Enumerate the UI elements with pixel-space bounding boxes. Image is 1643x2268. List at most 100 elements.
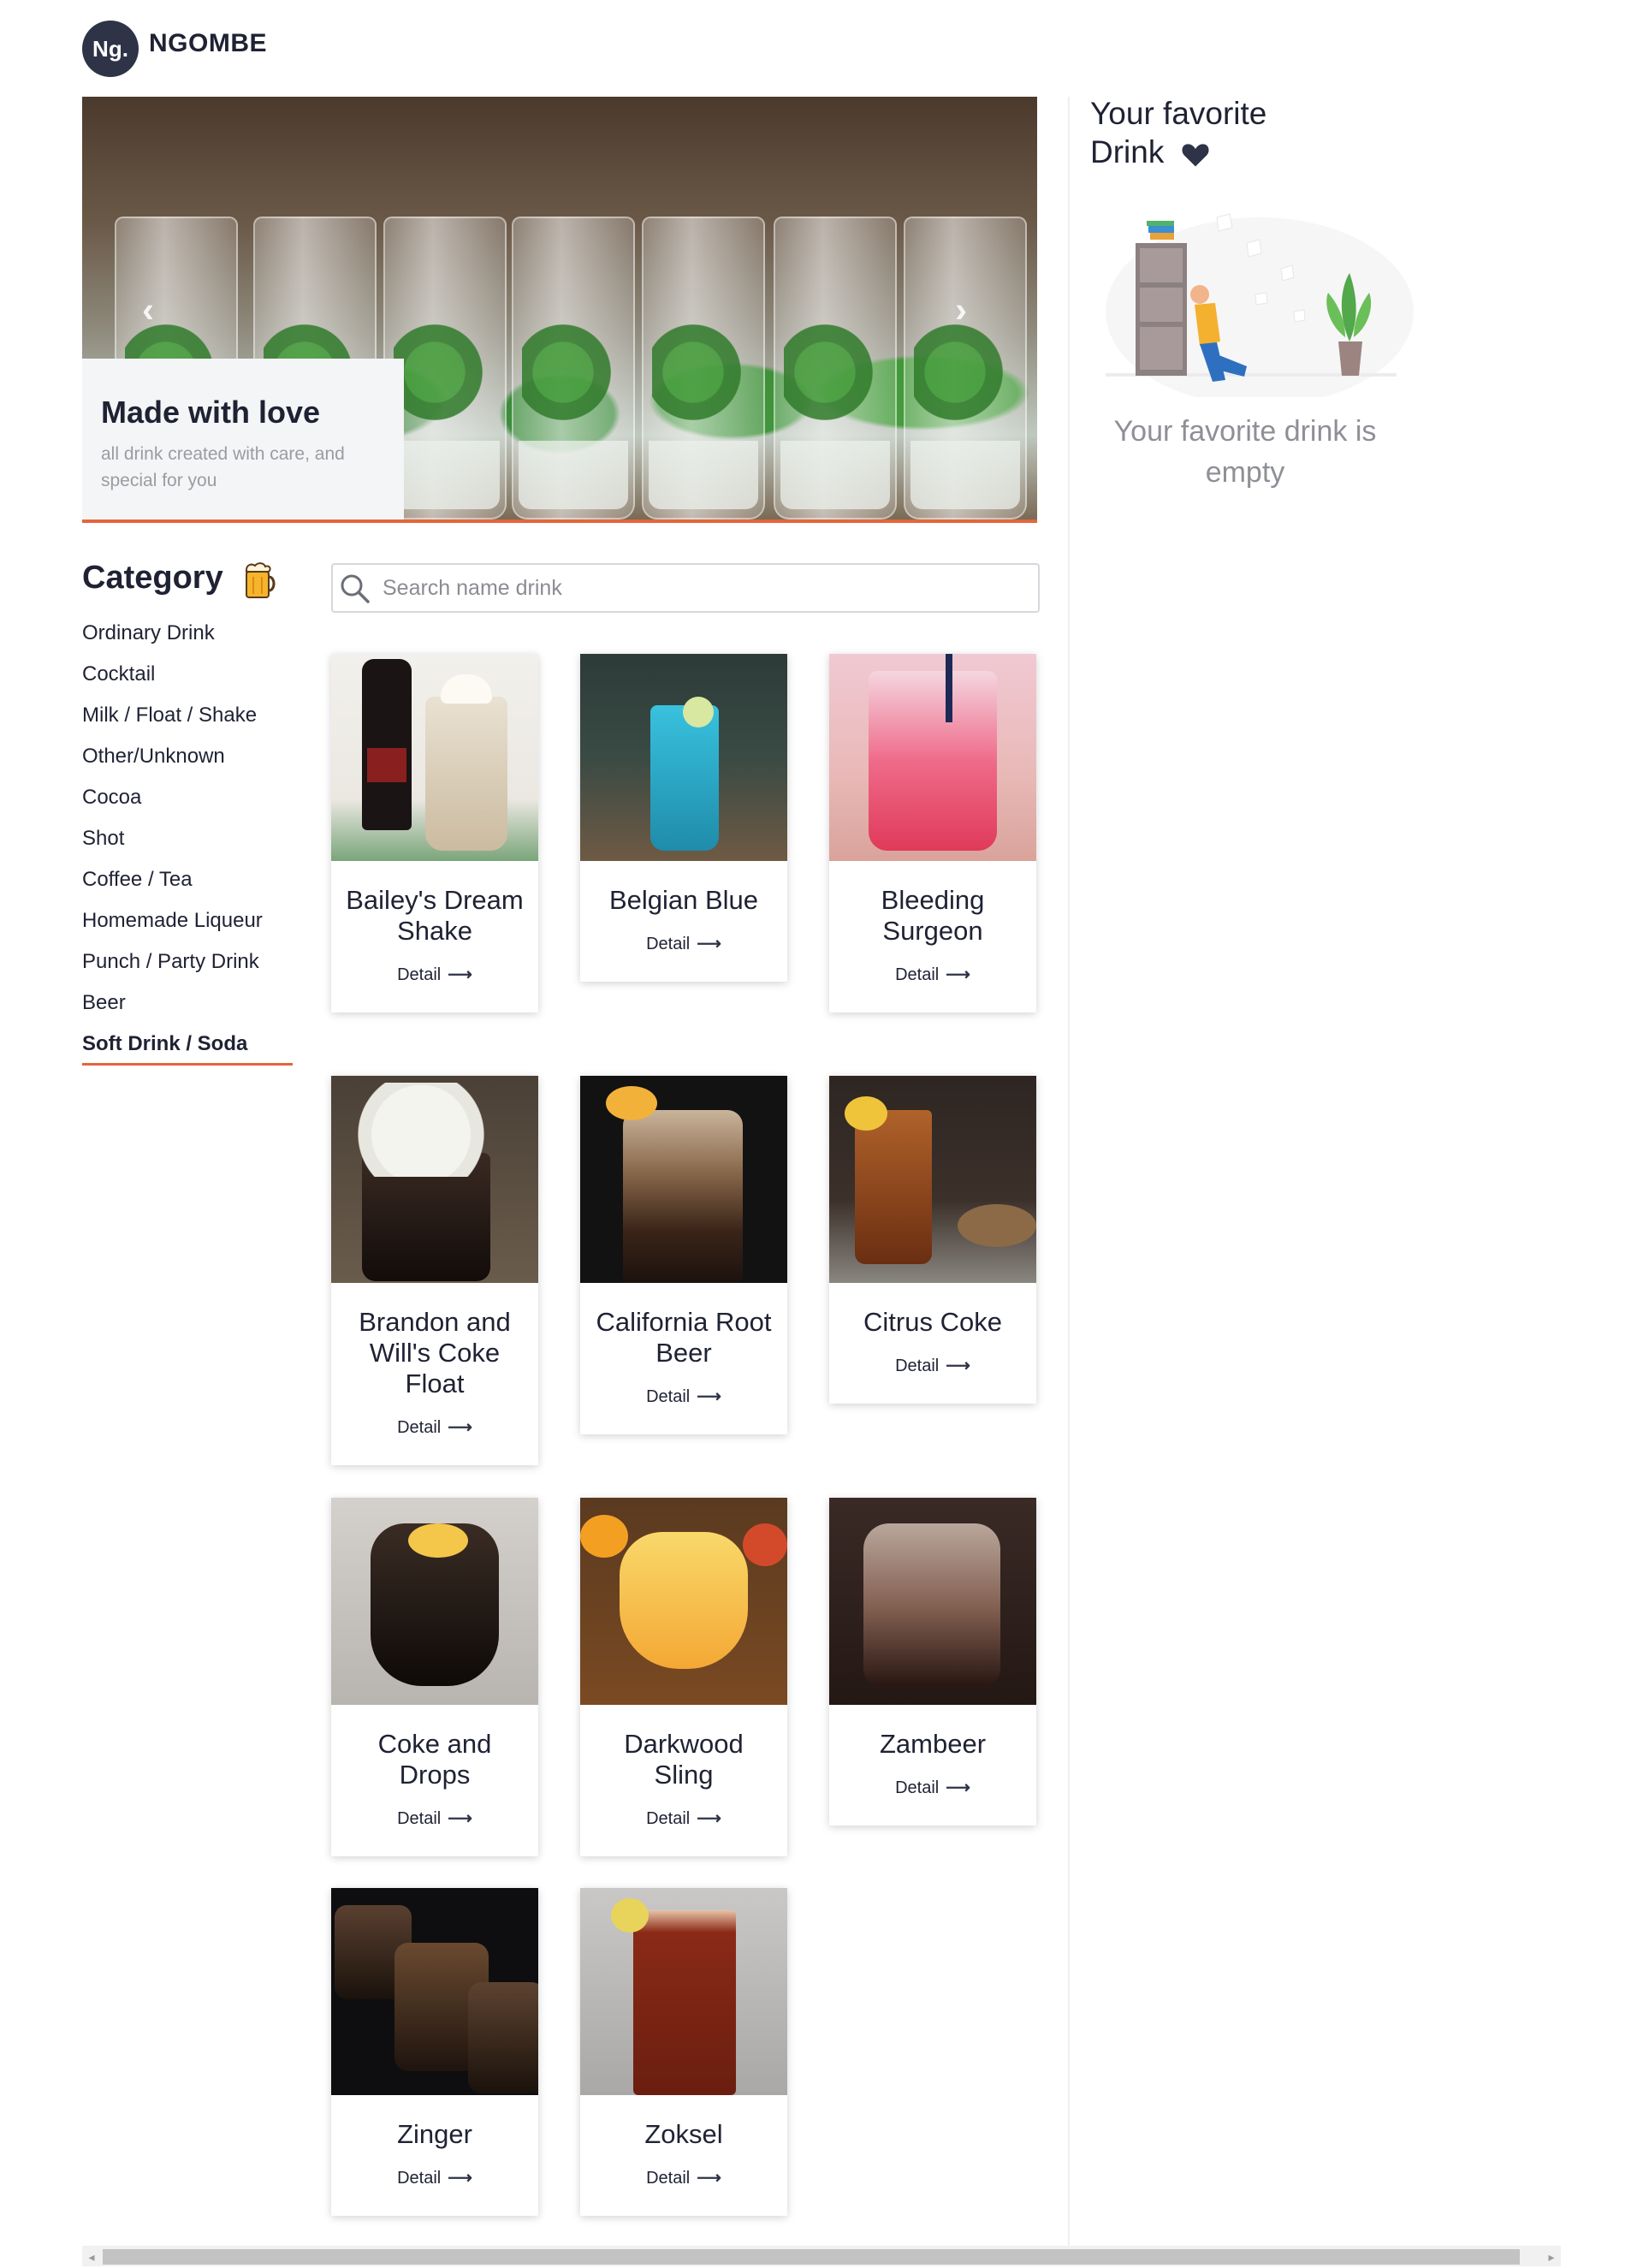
arrow-right-icon: ⟶	[697, 1809, 721, 1828]
search-box	[331, 563, 1040, 613]
category-item[interactable]: Shot	[82, 827, 263, 868]
drink-image	[829, 654, 1036, 861]
drink-image	[829, 1498, 1036, 1705]
category-list: Ordinary Drink Cocktail Milk / Float / S…	[82, 621, 263, 1073]
drink-name: Bleeding Surgeon	[881, 885, 985, 946]
scroll-right-icon[interactable]: ▸	[1544, 2249, 1559, 2265]
drink-name: Zoksel	[644, 2119, 723, 2149]
detail-label: Detail	[397, 965, 442, 984]
detail-label: Detail	[646, 1809, 691, 1828]
logo[interactable]: Ng.	[82, 21, 139, 77]
category-item-active[interactable]: Soft Drink / Soda	[82, 1032, 263, 1073]
drink-name: California Root Beer	[596, 1307, 772, 1368]
category-item[interactable]: Cocoa	[82, 786, 263, 827]
drink-image	[331, 1888, 538, 2095]
arrow-right-icon: ⟶	[697, 1387, 721, 1406]
drink-card[interactable]: Zoksel Detail ⟶	[580, 1888, 787, 2216]
category-item[interactable]: Coffee / Tea	[82, 868, 263, 909]
detail-link[interactable]: Detail ⟶	[580, 1790, 787, 1856]
arrow-right-icon: ⟶	[448, 1418, 472, 1437]
detail-link[interactable]: Detail ⟶	[829, 1338, 1036, 1404]
detail-link[interactable]: Detail ⟶	[829, 1760, 1036, 1826]
scrollbar-thumb[interactable]	[103, 2249, 1520, 2265]
category-item[interactable]: Homemade Liqueur	[82, 909, 263, 950]
detail-label: Detail	[646, 935, 691, 953]
arrow-right-icon: ⟶	[448, 2169, 472, 2188]
arrow-right-icon: ⟶	[946, 965, 970, 984]
drink-card[interactable]: Brandon and Will's Coke Float Detail ⟶	[331, 1076, 538, 1465]
empty-favorites-illustration	[1106, 213, 1414, 397]
drink-card[interactable]: Darkwood Sling Detail ⟶	[580, 1498, 787, 1856]
detail-label: Detail	[397, 1809, 442, 1828]
detail-label: Detail	[397, 2169, 442, 2188]
search-input[interactable]	[381, 570, 1017, 606]
detail-label: Detail	[895, 1778, 940, 1797]
detail-link[interactable]: Detail ⟶	[580, 916, 787, 982]
drink-card[interactable]: Bleeding Surgeon Detail ⟶	[829, 654, 1036, 1012]
drink-image	[331, 1498, 538, 1705]
heart-icon	[1182, 144, 1209, 167]
favorite-empty-text: Your favorite drink is empty	[1113, 415, 1377, 489]
category-item[interactable]: Ordinary Drink	[82, 621, 263, 662]
hero-caption: Made with love all drink created with ca…	[82, 359, 404, 520]
drink-name: Darkwood Sling	[624, 1729, 744, 1790]
panel-divider	[1068, 97, 1070, 2253]
arrow-right-icon: ⟶	[946, 1778, 970, 1797]
horizontal-scrollbar[interactable]: ◂ ▸	[82, 2246, 1561, 2266]
active-category-underline	[82, 1063, 293, 1066]
drink-card[interactable]: Citrus Coke Detail ⟶	[829, 1076, 1036, 1404]
drink-image	[580, 1076, 787, 1283]
drink-image	[580, 1888, 787, 2095]
detail-label: Detail	[397, 1418, 442, 1437]
drink-name: Citrus Coke	[863, 1307, 1002, 1337]
beer-mug-icon	[246, 562, 276, 598]
drink-card[interactable]: Belgian Blue Detail ⟶	[580, 654, 787, 982]
arrow-right-icon: ⟶	[946, 1357, 970, 1375]
arrow-right-icon: ⟶	[697, 2169, 721, 2188]
drink-image	[580, 1498, 787, 1705]
hero-carousel: ‹ › Made with love all drink created wit…	[82, 97, 1037, 523]
favorite-title-text: Your favorite Drink	[1090, 96, 1267, 169]
drink-image	[580, 654, 787, 861]
drink-card[interactable]: California Root Beer Detail ⟶	[580, 1076, 787, 1434]
category-item[interactable]: Punch / Party Drink	[82, 950, 263, 991]
category-item[interactable]: Beer	[82, 991, 263, 1032]
arrow-right-icon: ⟶	[697, 935, 721, 953]
detail-label: Detail	[646, 1387, 691, 1406]
drink-image	[331, 1076, 538, 1283]
chevron-left-icon[interactable]: ‹	[142, 289, 154, 330]
drink-card[interactable]: Bailey's Dream Shake Detail ⟶	[331, 654, 538, 1012]
drink-name: Zambeer	[879, 1729, 987, 1759]
scroll-left-icon[interactable]: ◂	[84, 2249, 99, 2265]
drink-name: Belgian Blue	[608, 885, 759, 915]
arrow-right-icon: ⟶	[448, 965, 472, 984]
category-title: Category	[82, 560, 223, 596]
detail-link[interactable]: Detail ⟶	[331, 2150, 538, 2216]
drink-card[interactable]: Zambeer Detail ⟶	[829, 1498, 1036, 1826]
detail-link[interactable]: Detail ⟶	[580, 1369, 787, 1434]
category-item[interactable]: Other/Unknown	[82, 745, 263, 786]
favorite-title: Your favorite Drink	[1090, 94, 1347, 171]
drink-image	[331, 654, 538, 861]
detail-link[interactable]: Detail ⟶	[331, 947, 538, 1012]
detail-label: Detail	[646, 2169, 691, 2188]
drink-name: Brandon and Will's Coke Float	[359, 1307, 511, 1398]
hero-subtitle: all drink created with care, and special…	[101, 444, 345, 490]
detail-link[interactable]: Detail ⟶	[829, 947, 1036, 1012]
arrow-right-icon: ⟶	[448, 1809, 472, 1828]
category-item[interactable]: Cocktail	[82, 662, 263, 704]
search-icon	[341, 574, 370, 603]
category-item[interactable]: Milk / Float / Shake	[82, 704, 263, 745]
detail-label: Detail	[895, 965, 940, 984]
detail-link[interactable]: Detail ⟶	[331, 1399, 538, 1465]
hero-title: Made with love	[101, 395, 321, 430]
drink-name: Zinger	[397, 2119, 472, 2149]
detail-link[interactable]: Detail ⟶	[331, 1790, 538, 1856]
detail-link[interactable]: Detail ⟶	[580, 2150, 787, 2216]
brand-name[interactable]: NGOMBE	[149, 29, 267, 58]
chevron-right-icon[interactable]: ›	[955, 289, 967, 330]
drink-name: Bailey's Dream Shake	[346, 885, 524, 946]
drink-name: Coke and Drops	[377, 1729, 492, 1790]
drink-card[interactable]: Zinger Detail ⟶	[331, 1888, 538, 2216]
drink-card[interactable]: Coke and Drops Detail ⟶	[331, 1498, 538, 1856]
